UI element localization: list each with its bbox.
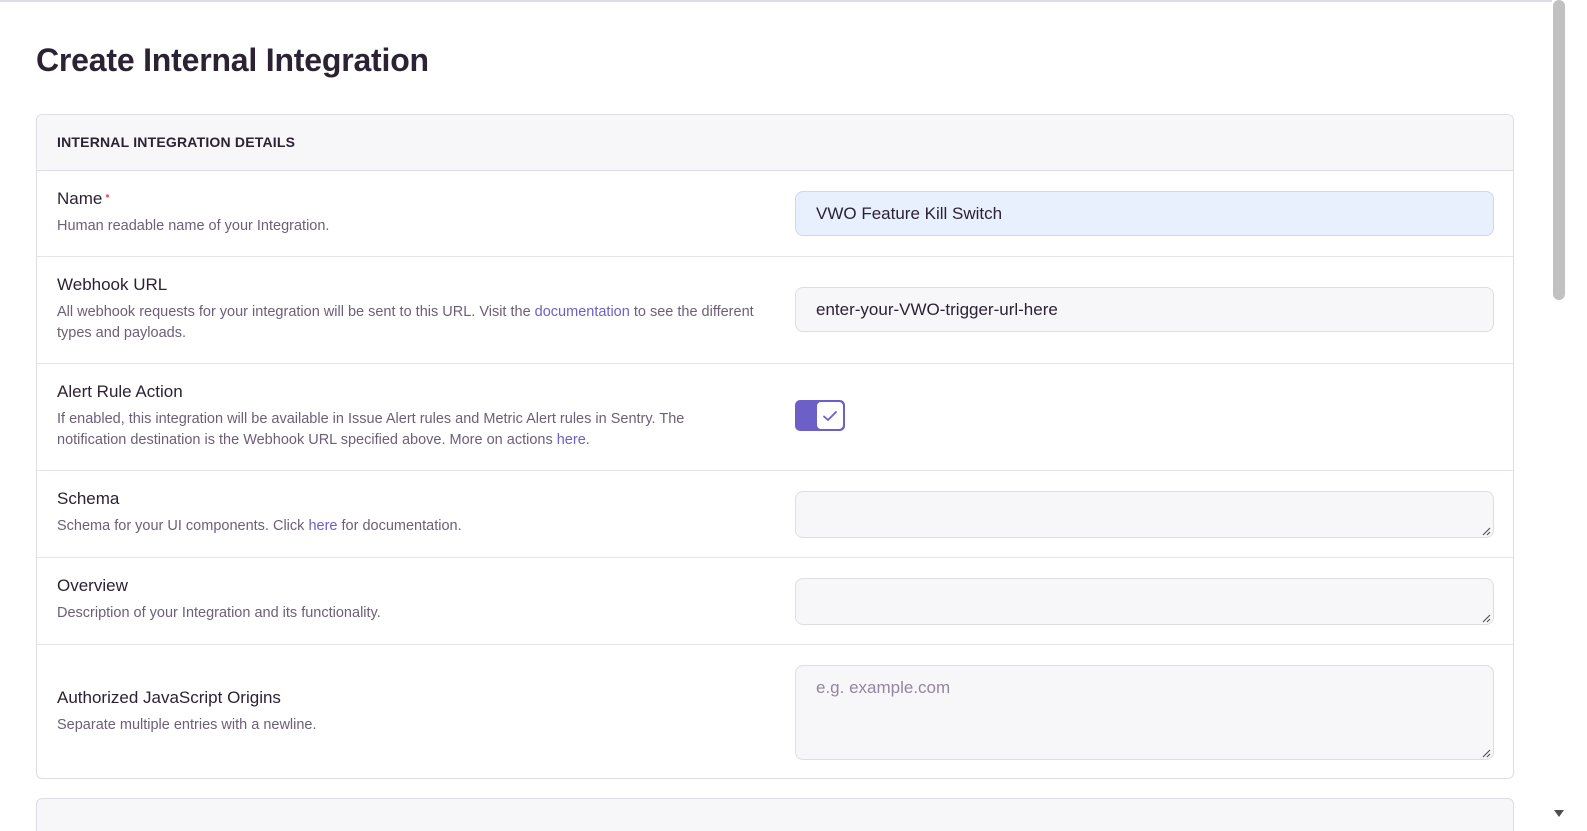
alert-rule-action-label: Alert Rule Action [57, 382, 183, 401]
alert-rule-action-help: If enabled, this integration will be ava… [57, 411, 685, 448]
authorized-origins-label: Authorized JavaScript Origins [57, 688, 281, 707]
page-title: Create Internal Integration [36, 42, 429, 78]
overview-help: Description of your Integration and its … [57, 605, 381, 621]
schema-docs-link[interactable]: here [308, 518, 337, 534]
webhook-url-row: Webhook URL All webhook requests for you… [37, 257, 1513, 364]
name-row: Name • Human readable name of your Integr… [37, 171, 1513, 257]
toggle-knob [816, 401, 844, 430]
name-input[interactable]: VWO Feature Kill Switch [795, 191, 1494, 236]
authorized-origins-textarea[interactable]: e.g. example.com [795, 665, 1494, 760]
scrollbar-thumb[interactable] [1553, 0, 1565, 300]
name-help: Human readable name of your Integration. [57, 218, 330, 234]
overview-label: Overview [57, 576, 128, 595]
resize-handle-icon[interactable] [1481, 748, 1491, 758]
panel-header: INTERNAL INTEGRATION DETAILS [37, 115, 1513, 171]
schema-row: Schema Schema for your UI components. Cl… [37, 471, 1513, 558]
alert-rule-action-row: Alert Rule Action If enabled, this integ… [37, 364, 1513, 471]
resize-handle-icon[interactable] [1481, 526, 1491, 536]
webhook-url-help: All webhook requests for your integratio… [57, 304, 754, 341]
schema-help: Schema for your UI components. Click her… [57, 518, 462, 534]
schema-label: Schema [57, 489, 120, 508]
schema-textarea[interactable] [795, 491, 1494, 538]
authorized-origins-help: Separate multiple entries with a newline… [57, 717, 317, 733]
webhook-url-label: Webhook URL [57, 275, 168, 294]
webhook-url-input[interactable]: enter-your-VWO-trigger-url-here [795, 287, 1494, 332]
resize-handle-icon[interactable] [1481, 613, 1491, 623]
name-label: Name • [57, 189, 110, 208]
actions-here-link[interactable]: here [557, 432, 586, 448]
overview-row: Overview Description of your Integration… [37, 558, 1513, 645]
authorized-origins-row: Authorized JavaScript Origins Separate m… [37, 645, 1513, 778]
integration-details-panel: INTERNAL INTEGRATION DETAILS Name • Human… [36, 114, 1514, 779]
required-indicator: • [105, 189, 110, 203]
alert-rule-action-toggle[interactable] [795, 400, 845, 431]
documentation-link[interactable]: documentation [535, 304, 630, 320]
overview-textarea[interactable] [795, 578, 1494, 625]
permissions-panel [36, 798, 1514, 831]
top-border [0, 0, 1552, 2]
check-icon [823, 410, 837, 421]
scroll-down-arrow-icon[interactable] [1553, 807, 1565, 819]
